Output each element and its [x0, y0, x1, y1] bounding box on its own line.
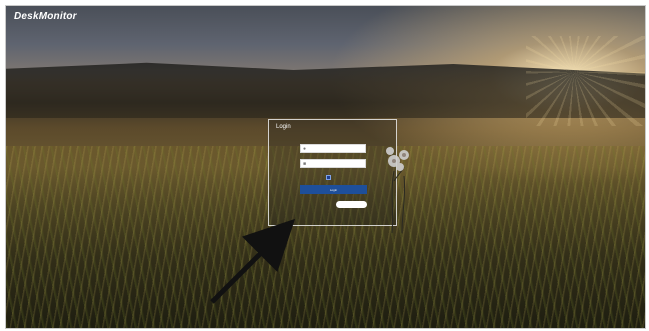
remember-checkbox[interactable]: [326, 174, 331, 180]
login-title: Login: [276, 124, 291, 130]
lock-icon: ■: [303, 161, 307, 167]
login-button[interactable]: Login: [300, 185, 367, 194]
password-field[interactable]: ■: [300, 159, 366, 168]
sunrays: [526, 36, 645, 126]
username-input[interactable]: [309, 146, 363, 152]
login-screen: DeskMonitor Login ● ■ Login: [5, 5, 646, 329]
signup-button[interactable]: [336, 201, 367, 208]
password-input[interactable]: [309, 161, 363, 167]
remember-me[interactable]: [326, 174, 333, 180]
app-logo: DeskMonitor: [14, 11, 77, 22]
user-icon: ●: [303, 146, 307, 152]
login-panel: Login ● ■ Login: [268, 119, 397, 226]
flower-decoration: [386, 147, 409, 233]
username-field[interactable]: ●: [300, 144, 366, 153]
